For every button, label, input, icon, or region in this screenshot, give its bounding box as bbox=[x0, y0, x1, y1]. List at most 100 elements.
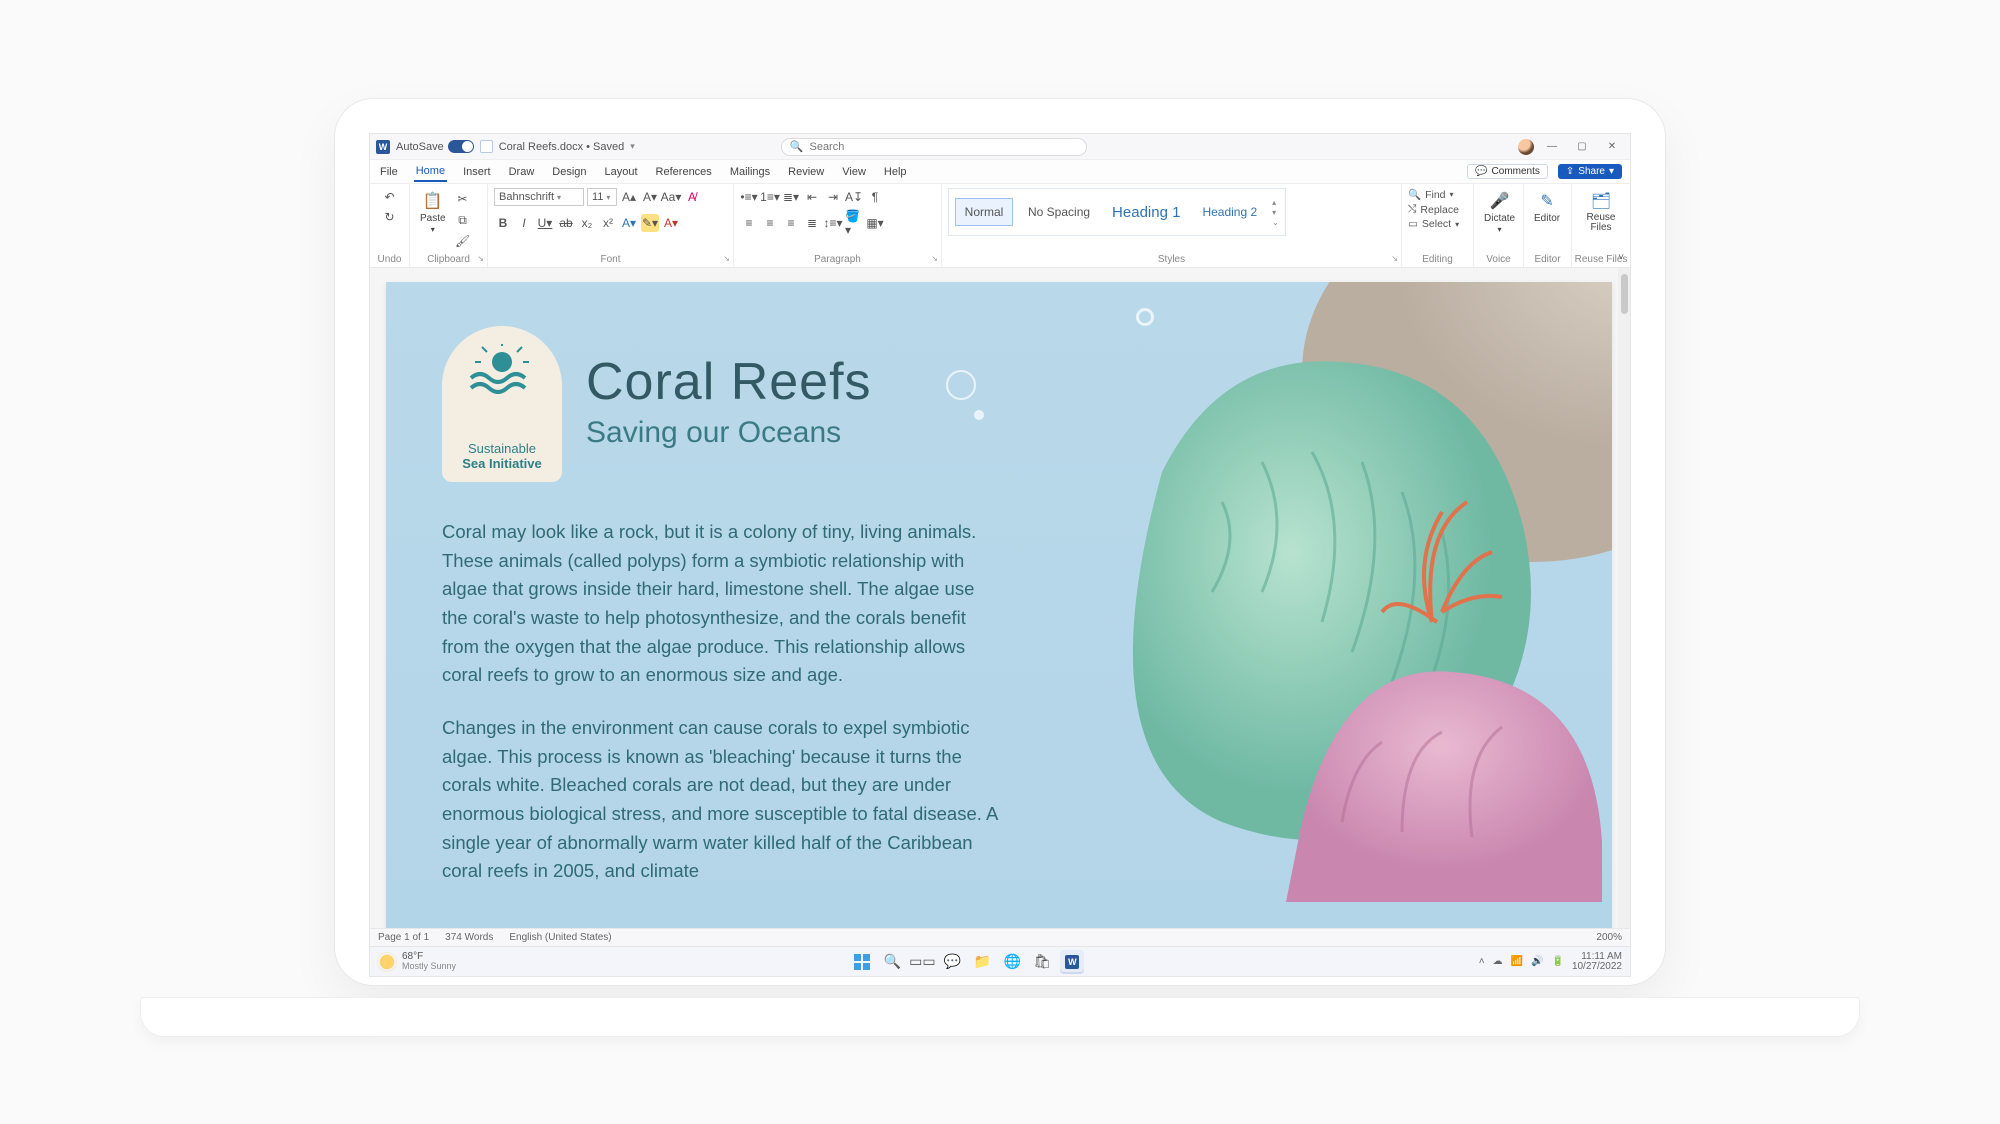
save-icon[interactable] bbox=[480, 140, 493, 153]
document-page[interactable]: Sustainable Sea Initiative Coral Reefs S… bbox=[386, 282, 1612, 928]
vertical-scrollbar[interactable] bbox=[1618, 268, 1630, 928]
cut-button[interactable]: ✂ bbox=[454, 190, 472, 208]
tab-draw[interactable]: Draw bbox=[507, 163, 537, 181]
document-canvas[interactable]: Sustainable Sea Initiative Coral Reefs S… bbox=[370, 268, 1630, 928]
change-case-button[interactable]: Aa▾ bbox=[662, 188, 680, 206]
clock[interactable]: 11:11 AM 10/27/2022 bbox=[1572, 952, 1622, 972]
wifi-icon[interactable]: 📶 bbox=[1511, 956, 1523, 967]
minimize-button[interactable]: — bbox=[1540, 141, 1564, 152]
copy-button[interactable]: ⧉ bbox=[454, 211, 472, 229]
styles-up-icon[interactable]: ▴ bbox=[1272, 198, 1279, 207]
undo-button[interactable]: ↶ bbox=[381, 188, 399, 206]
style-no-spacing[interactable]: No Spacing bbox=[1021, 198, 1097, 226]
tab-design[interactable]: Design bbox=[550, 163, 588, 181]
tray-chevron-icon[interactable]: ˄ bbox=[1479, 956, 1485, 967]
find-button[interactable]: 🔍Find▾ bbox=[1408, 188, 1459, 201]
align-center-button[interactable]: ≡ bbox=[761, 214, 779, 232]
bullets-button[interactable]: •≡▾ bbox=[740, 188, 758, 206]
font-size-select[interactable]: 11▾ bbox=[587, 188, 617, 206]
superscript-button[interactable]: x² bbox=[599, 214, 617, 232]
increase-font-button[interactable]: A▴ bbox=[620, 188, 638, 206]
document-subheading[interactable]: Saving our Oceans bbox=[586, 416, 841, 450]
bold-button[interactable]: B bbox=[494, 214, 512, 232]
file-explorer[interactable]: 📁 bbox=[970, 950, 994, 974]
tab-references[interactable]: References bbox=[654, 163, 714, 181]
show-marks-button[interactable]: ¶ bbox=[866, 188, 884, 206]
reuse-files-button[interactable]: 🗂 Reuse Files bbox=[1578, 188, 1624, 235]
document-body[interactable]: Coral may look like a rock, but it is a … bbox=[442, 518, 1002, 910]
close-button[interactable]: ✕ bbox=[1600, 141, 1624, 152]
tab-insert[interactable]: Insert bbox=[461, 163, 493, 181]
font-color-button[interactable]: A▾ bbox=[662, 214, 680, 232]
user-avatar[interactable] bbox=[1518, 139, 1534, 155]
editor-button[interactable]: ✎ Editor bbox=[1530, 188, 1564, 226]
justify-button[interactable]: ≣ bbox=[803, 214, 821, 232]
word-taskbar-icon[interactable]: W bbox=[1060, 950, 1084, 974]
font-name-select[interactable]: Bahnschrift▾ bbox=[494, 188, 584, 206]
paste-button[interactable]: 📋 Paste ▾ bbox=[416, 188, 450, 236]
body-paragraph[interactable]: Changes in the environment can cause cor… bbox=[442, 714, 1002, 886]
sort-button[interactable]: A↧ bbox=[845, 188, 863, 206]
increase-indent-button[interactable]: ⇥ bbox=[824, 188, 842, 206]
style-heading2[interactable]: Heading 2 bbox=[1195, 198, 1264, 226]
battery-icon[interactable]: 🔋 bbox=[1551, 956, 1563, 967]
onedrive-icon[interactable]: ☁ bbox=[1493, 956, 1503, 967]
styles-down-icon[interactable]: ▾ bbox=[1272, 208, 1279, 217]
document-heading[interactable]: Coral Reefs bbox=[586, 352, 872, 412]
tab-file[interactable]: File bbox=[378, 163, 400, 181]
weather-widget[interactable]: 68°F Mostly Sunny bbox=[378, 952, 456, 971]
tab-mailings[interactable]: Mailings bbox=[728, 163, 772, 181]
word-count[interactable]: 374 Words bbox=[445, 932, 493, 943]
tab-help[interactable]: Help bbox=[882, 163, 909, 181]
align-left-button[interactable]: ≡ bbox=[740, 214, 758, 232]
collapse-ribbon-icon[interactable]: ˅ bbox=[1618, 252, 1624, 263]
body-paragraph[interactable]: Coral may look like a rock, but it is a … bbox=[442, 518, 1002, 690]
page-indicator[interactable]: Page 1 of 1 bbox=[378, 932, 429, 943]
toggle-on-icon[interactable] bbox=[448, 140, 474, 153]
share-button[interactable]: ⇪ Share ▾ bbox=[1558, 164, 1622, 179]
store-app[interactable]: 🛍 bbox=[1030, 950, 1054, 974]
select-button[interactable]: ▭Select▾ bbox=[1408, 218, 1459, 230]
comments-button[interactable]: 💬 Comments bbox=[1467, 164, 1548, 179]
chat-app[interactable]: 💬 bbox=[940, 950, 964, 974]
tab-view[interactable]: View bbox=[840, 163, 868, 181]
search-input[interactable]: 🔍 Search bbox=[781, 138, 1087, 156]
styles-more-icon[interactable]: ⌄ bbox=[1272, 218, 1279, 227]
subscript-button[interactable]: x₂ bbox=[578, 214, 596, 232]
edge-browser[interactable]: 🌐 bbox=[1000, 950, 1024, 974]
style-heading1[interactable]: Heading 1 bbox=[1105, 197, 1187, 228]
scrollbar-thumb[interactable] bbox=[1621, 274, 1628, 314]
italic-button[interactable]: I bbox=[515, 214, 533, 232]
tab-home[interactable]: Home bbox=[414, 162, 447, 182]
clear-format-button[interactable]: A̸ bbox=[683, 188, 701, 206]
format-painter-button[interactable]: 🖌 bbox=[454, 232, 472, 250]
maximize-button[interactable]: ▢ bbox=[1570, 141, 1594, 152]
zoom-level[interactable]: 200% bbox=[1596, 932, 1622, 943]
underline-button[interactable]: U▾ bbox=[536, 214, 554, 232]
styles-gallery[interactable]: Normal No Spacing Heading 1 Heading 2 ▴ … bbox=[948, 188, 1286, 236]
dictate-button[interactable]: 🎤 Dictate ▾ bbox=[1480, 188, 1519, 236]
chevron-down-icon[interactable]: ▾ bbox=[630, 141, 635, 152]
decrease-indent-button[interactable]: ⇤ bbox=[803, 188, 821, 206]
volume-icon[interactable]: 🔊 bbox=[1531, 956, 1543, 967]
style-normal[interactable]: Normal bbox=[955, 198, 1013, 226]
replace-button[interactable]: ⤭Replace bbox=[1408, 203, 1459, 216]
text-effects-button[interactable]: A▾ bbox=[620, 214, 638, 232]
autosave-toggle[interactable]: AutoSave bbox=[396, 140, 474, 153]
multilevel-button[interactable]: ≣▾ bbox=[782, 188, 800, 206]
tab-review[interactable]: Review bbox=[786, 163, 826, 181]
shading-button[interactable]: 🪣▾ bbox=[845, 214, 863, 232]
language-indicator[interactable]: English (United States) bbox=[509, 932, 611, 943]
borders-button[interactable]: ▦▾ bbox=[866, 214, 884, 232]
redo-button[interactable]: ↻ bbox=[381, 208, 399, 226]
numbering-button[interactable]: 1≡▾ bbox=[761, 188, 779, 206]
document-title[interactable]: Coral Reefs.docx • Saved bbox=[499, 141, 625, 153]
task-view[interactable]: ▭▭ bbox=[910, 950, 934, 974]
line-spacing-button[interactable]: ↕≡▾ bbox=[824, 214, 842, 232]
tab-layout[interactable]: Layout bbox=[603, 163, 640, 181]
system-tray[interactable]: ˄ ☁ 📶 🔊 🔋 11:11 AM 10/27/2022 bbox=[1479, 952, 1622, 972]
taskbar-search[interactable]: 🔍 bbox=[880, 950, 904, 974]
start-button[interactable] bbox=[850, 950, 874, 974]
align-right-button[interactable]: ≡ bbox=[782, 214, 800, 232]
strike-button[interactable]: ab bbox=[557, 214, 575, 232]
